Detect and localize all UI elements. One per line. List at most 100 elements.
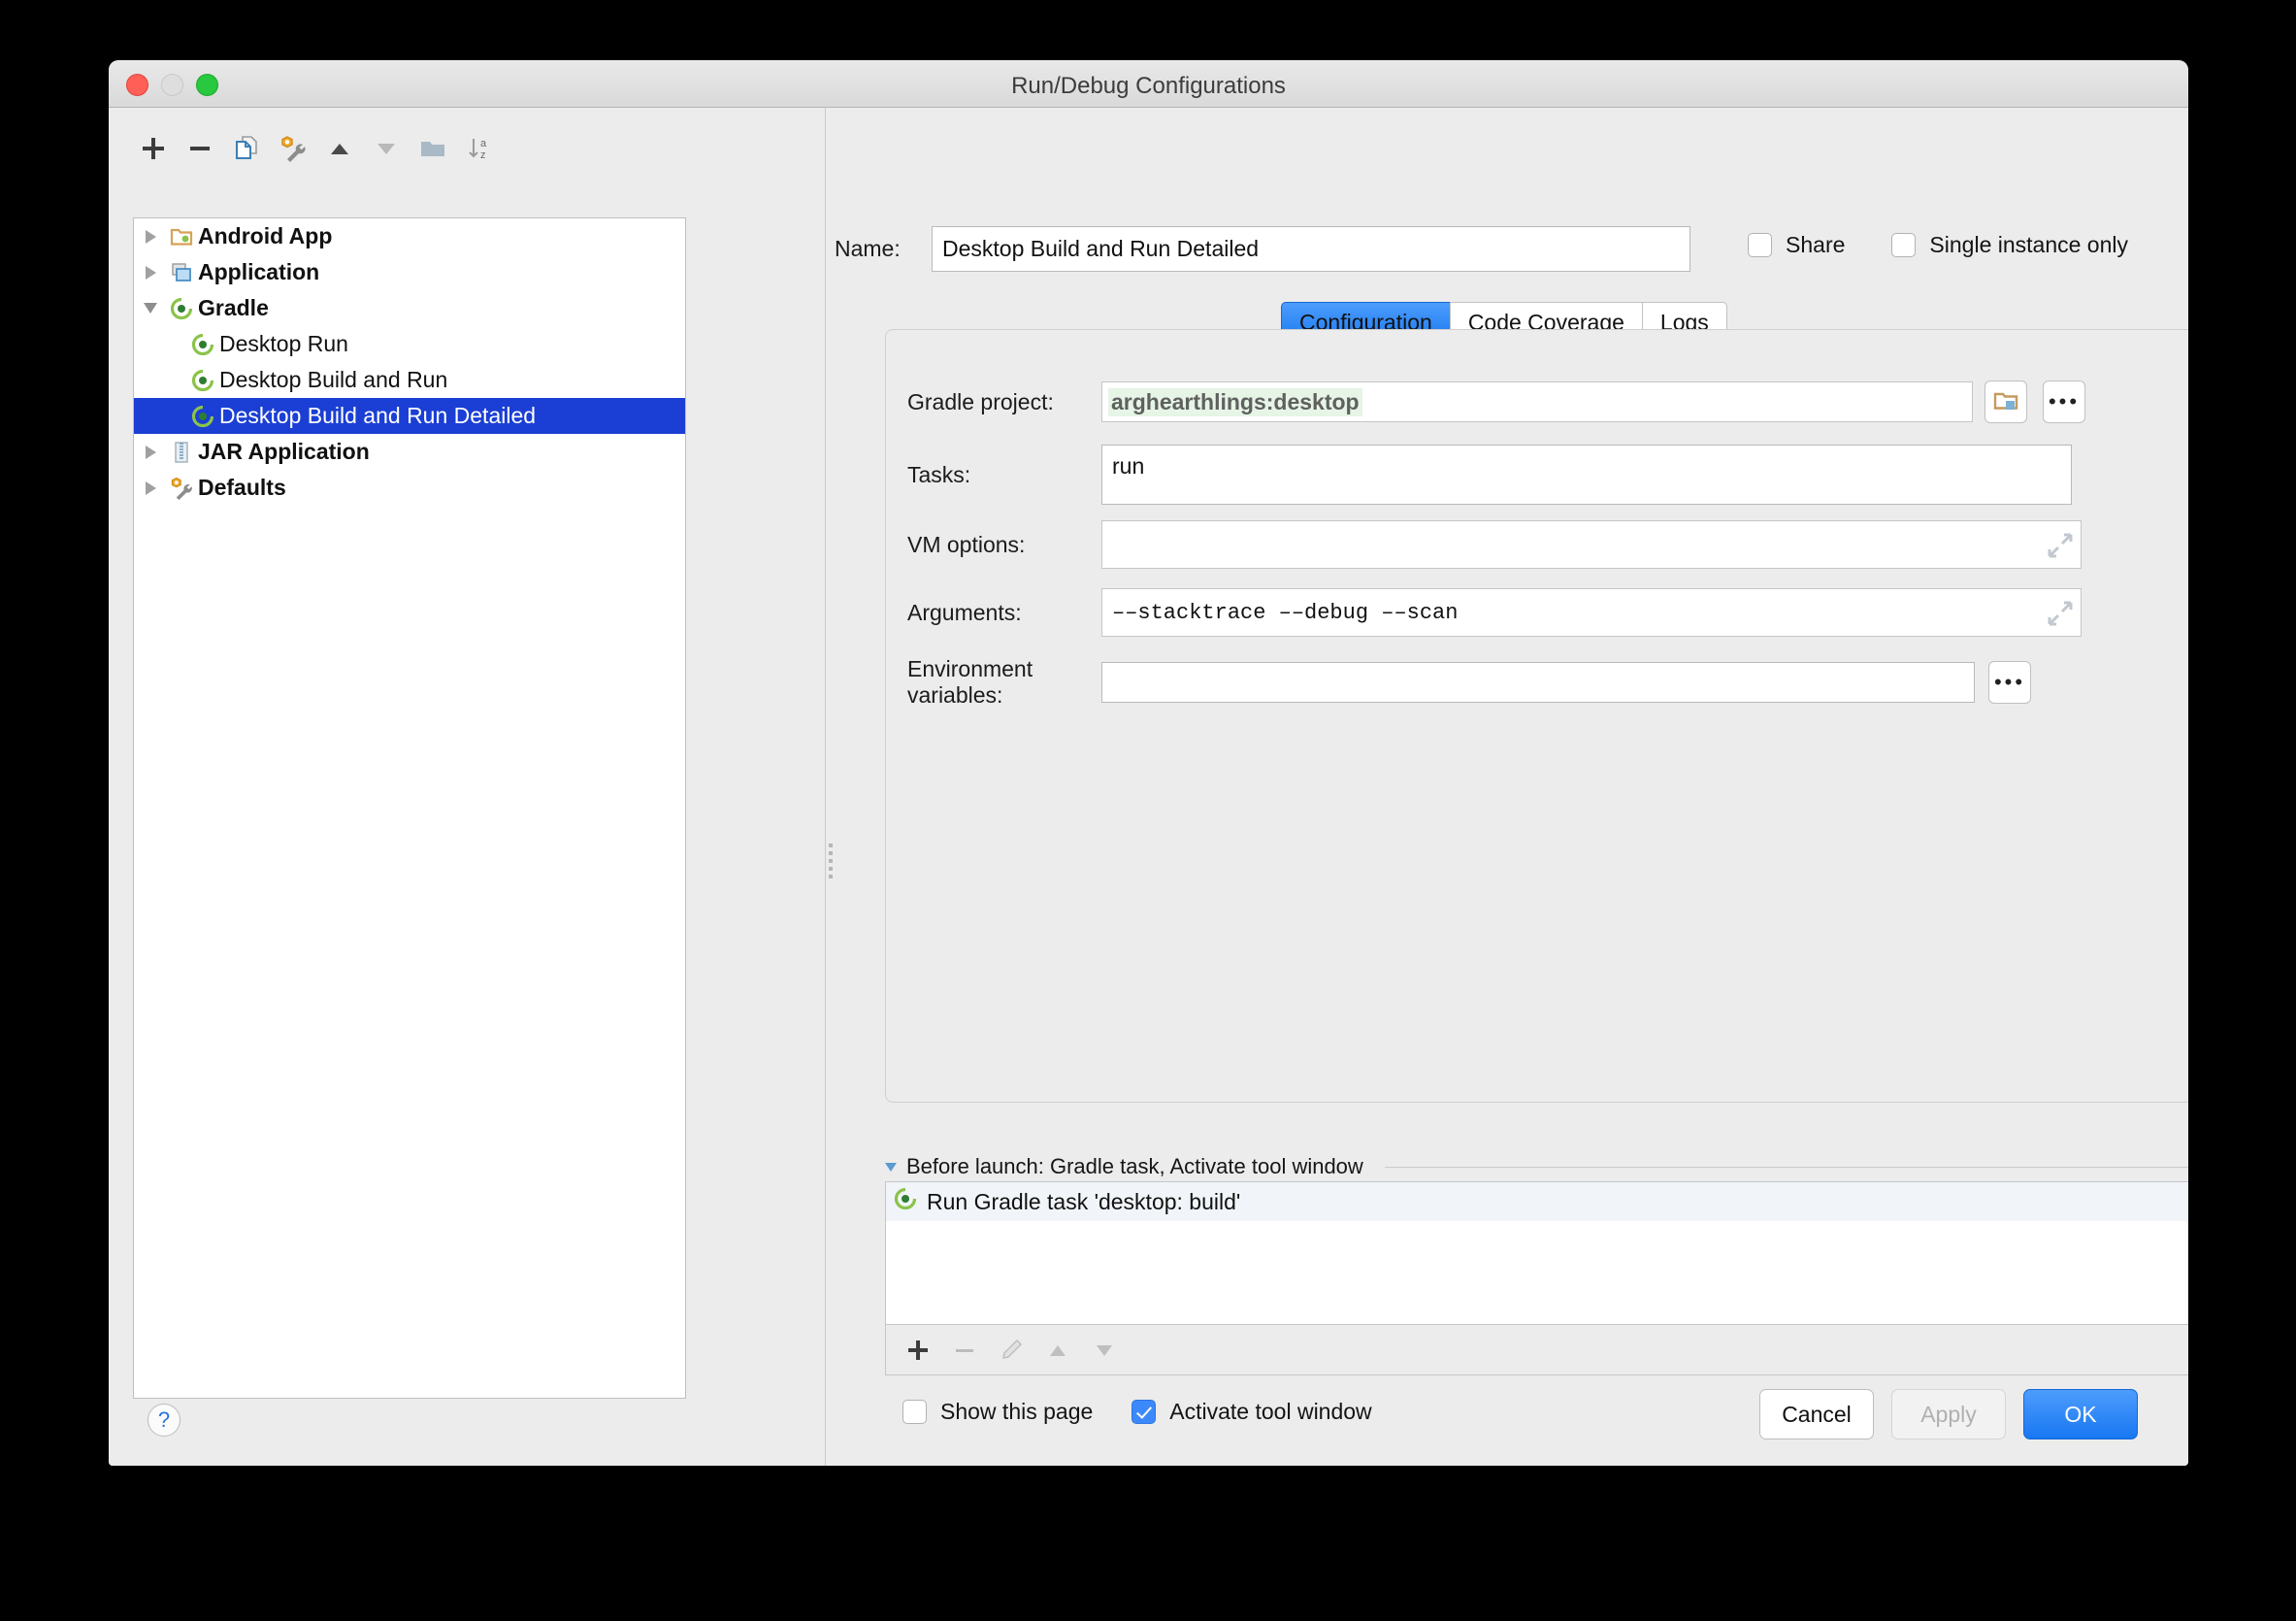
svg-text:a: a [480, 138, 487, 149]
vm-options-label: VM options: [907, 531, 1026, 557]
apply-button[interactable]: Apply [1891, 1389, 2006, 1439]
tree-item-desktop-run[interactable]: Desktop Run [134, 326, 685, 362]
tasks-value: run [1112, 453, 1145, 479]
window-titlebar: Run/Debug Configurations [109, 60, 2188, 108]
tasks-row: Tasks: run [907, 445, 2072, 505]
expand-toggle-icon[interactable] [134, 445, 167, 459]
share-label: Share [1786, 232, 1846, 257]
before-launch-header[interactable]: Before launch: Gradle task, Activate too… [885, 1154, 2188, 1179]
copy-configuration-button[interactable] [223, 125, 270, 172]
splitter-grip-icon [828, 840, 834, 878]
ellipsis-icon: ••• [1993, 670, 2026, 694]
gradle-icon [167, 405, 217, 428]
add-configuration-button[interactable] [130, 125, 177, 172]
arguments-input[interactable]: ––stacktrace ––debug ––scan [1101, 588, 2082, 637]
configuration-panel: Gradle project: arghearthlings:desktop •… [885, 329, 2188, 1103]
name-input-value: Desktop Build and Run Detailed [942, 236, 1260, 261]
tree-item-label: Desktop Run [219, 331, 348, 356]
gradle-icon [167, 369, 217, 392]
tree-item-desktop-build-and-run-detailed[interactable]: Desktop Build and Run Detailed [134, 398, 685, 434]
run-debug-configurations-dialog: Run/Debug Configurations a z Android App… [109, 60, 2188, 1466]
single-instance-checkbox-row[interactable]: Single instance only [1891, 232, 2128, 258]
dialog-body: a z Android App Application Gradle Deskt… [109, 108, 2188, 1466]
gradle-project-label: Gradle project: [907, 388, 1054, 414]
move-down-button[interactable] [363, 125, 410, 172]
move-up-button[interactable] [316, 125, 363, 172]
before-launch-options: Show this page Activate tool window [902, 1399, 1372, 1425]
before-launch-title: Before launch: Gradle task, Activate too… [906, 1154, 1363, 1178]
android-folder-icon [167, 225, 196, 248]
gradle-project-input[interactable]: arghearthlings:desktop [1101, 381, 1973, 422]
single-instance-label: Single instance only [1929, 232, 2128, 257]
browse-gradle-project-button[interactable] [1984, 380, 2027, 423]
activate-tool-window-checkbox[interactable] [1132, 1400, 1157, 1424]
remove-configuration-button[interactable] [177, 125, 223, 172]
name-input[interactable]: Desktop Build and Run Detailed [932, 226, 1690, 272]
before-launch-toolbar [885, 1325, 2188, 1375]
tree-item-label: Android App [198, 223, 333, 248]
before-launch-list-item[interactable]: Run Gradle task 'desktop: build' [886, 1182, 2188, 1221]
single-instance-checkbox[interactable] [1891, 233, 1917, 257]
tree-item-desktop-build-and-run[interactable]: Desktop Build and Run [134, 362, 685, 398]
gradle-project-row: Gradle project: arghearthlings:desktop •… [907, 380, 2085, 423]
tree-item-jar-application[interactable]: JAR Application [134, 434, 685, 470]
tree-item-android-app[interactable]: Android App [134, 218, 685, 254]
gradle-project-value: arghearthlings:desktop [1108, 387, 1362, 416]
gradle-project-more-button[interactable]: ••• [2043, 380, 2085, 423]
share-checkbox[interactable] [1748, 233, 1773, 257]
help-button[interactable]: ? [148, 1404, 180, 1437]
configurations-tree[interactable]: Android App Application Gradle Desktop R… [133, 217, 686, 1399]
share-checkbox-row[interactable]: Share [1748, 232, 1845, 258]
wrench-icon [167, 476, 196, 501]
show-this-page-label: Show this page [940, 1399, 1094, 1424]
environment-variables-more-button[interactable]: ••• [1988, 661, 2031, 704]
before-launch-edit-button[interactable] [991, 1330, 1032, 1371]
cancel-button[interactable]: Cancel [1759, 1389, 1874, 1439]
vm-options-input[interactable] [1101, 520, 2082, 569]
edit-defaults-wrench-icon[interactable] [270, 125, 316, 172]
sort-alphabetically-button[interactable]: a z [456, 125, 503, 172]
configurations-toolbar: a z [130, 121, 503, 176]
arguments-label: Arguments: [907, 599, 1022, 625]
collapse-toggle-icon[interactable] [885, 1162, 897, 1172]
tree-item-label: Desktop Build and Run Detailed [219, 403, 537, 428]
activate-tool-window-row[interactable]: Activate tool window [1132, 1399, 1372, 1425]
show-this-page-row[interactable]: Show this page [902, 1399, 1093, 1425]
before-launch-add-button[interactable] [898, 1330, 938, 1371]
vm-options-row: VM options: [907, 520, 2082, 569]
gradle-icon [167, 333, 217, 356]
configurations-left-pane: a z Android App Application Gradle Deskt… [109, 108, 715, 1466]
gradle-icon [894, 1187, 917, 1216]
expand-editor-icon[interactable] [2048, 533, 2073, 563]
application-icon [167, 261, 196, 284]
collapse-toggle-icon[interactable] [134, 303, 167, 314]
configuration-right-pane: Name: Desktop Build and Run Detailed Sha… [835, 108, 2188, 1466]
expand-toggle-icon[interactable] [134, 229, 167, 244]
before-launch-list[interactable]: Run Gradle task 'desktop: build' [885, 1181, 2188, 1325]
before-launch-move-up-button[interactable] [1037, 1330, 1078, 1371]
before-launch-remove-button[interactable] [944, 1330, 985, 1371]
screen: Run/Debug Configurations a z Android App… [0, 0, 2296, 1621]
ellipsis-icon: ••• [2048, 389, 2081, 414]
tree-item-application[interactable]: Application [134, 254, 685, 290]
tree-item-label: JAR Application [198, 439, 370, 464]
tree-item-defaults[interactable]: Defaults [134, 470, 685, 506]
show-this-page-checkbox[interactable] [902, 1400, 927, 1424]
environment-variables-row: Environment variables: ••• [907, 656, 2031, 709]
name-label: Name: [835, 236, 901, 261]
window-title: Run/Debug Configurations [1011, 73, 1286, 99]
dialog-footer-buttons: Cancel Apply OK [1759, 1389, 2138, 1439]
new-folder-button[interactable] [410, 125, 456, 172]
tasks-label: Tasks: [907, 461, 971, 487]
expand-editor-icon[interactable] [2048, 601, 2073, 631]
jar-icon [167, 441, 196, 464]
expand-toggle-icon[interactable] [134, 265, 167, 280]
before-launch-move-down-button[interactable] [1084, 1330, 1125, 1371]
environment-variables-label: Environment variables: [907, 656, 1033, 708]
tasks-input[interactable]: run [1101, 445, 2072, 505]
ok-button[interactable]: OK [2023, 1389, 2138, 1439]
tree-item-gradle[interactable]: Gradle [134, 290, 685, 326]
environment-variables-input[interactable] [1101, 662, 1975, 703]
arguments-row: Arguments: ––stacktrace ––debug ––scan [907, 588, 2082, 637]
expand-toggle-icon[interactable] [134, 480, 167, 495]
